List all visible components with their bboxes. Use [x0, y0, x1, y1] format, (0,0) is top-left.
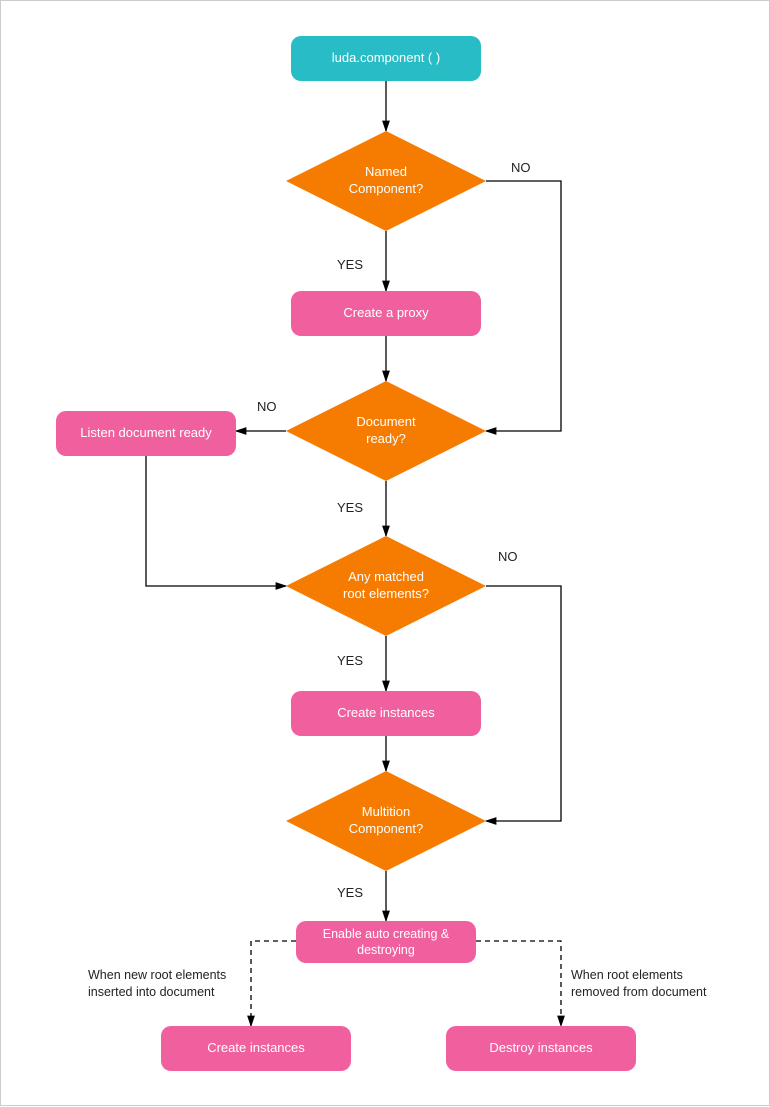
label-remove-note: When root elements removed from document: [571, 967, 706, 1001]
decision-document-ready: Document ready?: [286, 381, 486, 481]
decision-named-label: Named Component?: [349, 164, 423, 198]
decision-named-component: Named Component?: [286, 131, 486, 231]
process-listen-document-ready: Listen document ready: [56, 411, 236, 456]
label-insert-note: When new root elements inserted into doc…: [88, 967, 226, 1001]
process-create-proxy: Create a proxy: [291, 291, 481, 336]
process-create-instances: Create instances: [291, 691, 481, 736]
label-named-yes: YES: [337, 257, 363, 272]
start-node-label: luda.component ( ): [332, 50, 440, 67]
process-listen-label: Listen document ready: [80, 425, 212, 442]
flowchart-canvas: luda.component ( ) Named Component? Crea…: [0, 0, 770, 1106]
label-named-no: NO: [511, 160, 531, 175]
label-match-yes: YES: [337, 653, 363, 668]
decision-docready-label: Document ready?: [356, 414, 415, 448]
process-create-proxy-label: Create a proxy: [343, 305, 428, 322]
decision-match-label: Any matched root elements?: [343, 569, 429, 603]
process-enable-auto: Enable auto creating & destroying: [296, 921, 476, 963]
process-destroy-instances-label: Destroy instances: [489, 1040, 592, 1057]
label-docready-no: NO: [257, 399, 277, 414]
start-node: luda.component ( ): [291, 36, 481, 81]
process-enable-auto-label: Enable auto creating & destroying: [323, 926, 449, 959]
process-destroy-instances: Destroy instances: [446, 1026, 636, 1071]
label-multi-yes: YES: [337, 885, 363, 900]
process-create-instances-2-label: Create instances: [207, 1040, 305, 1057]
decision-multition-component: Multition Component?: [286, 771, 486, 871]
decision-matched-root-elements: Any matched root elements?: [286, 536, 486, 636]
process-create-instances-label: Create instances: [337, 705, 435, 722]
label-match-no: NO: [498, 549, 518, 564]
process-create-instances-2: Create instances: [161, 1026, 351, 1071]
decision-multi-label: Multition Component?: [349, 804, 423, 838]
label-docready-yes: YES: [337, 500, 363, 515]
